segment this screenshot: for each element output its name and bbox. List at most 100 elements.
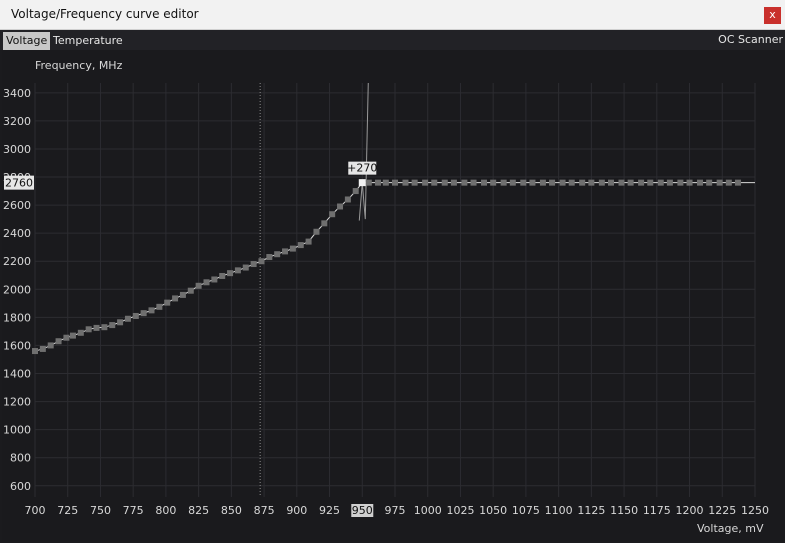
curve-point[interactable] [297, 242, 304, 249]
x-tick-label: 1025 [446, 504, 474, 517]
curve-point[interactable] [549, 179, 556, 186]
curve-point[interactable] [481, 179, 488, 186]
curve-point[interactable] [402, 179, 409, 186]
curve-point[interactable] [686, 179, 693, 186]
curve-point[interactable] [608, 179, 614, 186]
curve-point[interactable] [365, 179, 372, 186]
curve-point[interactable] [195, 282, 202, 289]
curve-point[interactable] [101, 324, 108, 331]
curve-point[interactable] [124, 315, 131, 322]
curve-point[interactable] [657, 179, 664, 186]
x-tick-label: 925 [319, 504, 340, 517]
curve-point[interactable] [344, 196, 351, 203]
x-tick-label: 1125 [577, 504, 605, 517]
y-axis-title: Frequency, MHz [35, 59, 123, 72]
x-tick-label: 975 [385, 504, 406, 517]
x-tick-label: 900 [286, 504, 307, 517]
curve-point[interactable] [187, 287, 194, 294]
curve-point[interactable] [431, 179, 438, 186]
curve-point[interactable] [69, 332, 76, 339]
curve-point[interactable] [321, 220, 328, 227]
curve-point[interactable] [568, 179, 575, 186]
curve-point[interactable] [716, 179, 723, 186]
curve-point[interactable] [132, 312, 139, 319]
curve-point[interactable] [337, 203, 344, 210]
x-tick-label: 875 [254, 504, 275, 517]
curve-point[interactable] [250, 261, 257, 268]
curve-point[interactable] [734, 179, 741, 186]
x-tick-label: 775 [123, 504, 144, 517]
curve-point[interactable] [352, 188, 359, 195]
x-tick-label: 1200 [676, 504, 704, 517]
curve-point[interactable] [211, 276, 218, 283]
curve-point[interactable] [618, 179, 625, 186]
curve-point[interactable] [450, 179, 457, 186]
x-tick-label-selected: 950 [352, 504, 373, 517]
curve-point[interactable] [647, 179, 654, 186]
curve-point[interactable] [441, 179, 448, 186]
curve-point[interactable] [109, 322, 116, 329]
curve-point[interactable] [461, 179, 468, 186]
curve-point[interactable] [588, 179, 595, 186]
curve-point[interactable] [677, 179, 684, 186]
x-tick-label: 725 [57, 504, 78, 517]
y-tick-label: 2400 [3, 227, 31, 240]
curve-point[interactable] [47, 342, 54, 349]
curve-point[interactable] [470, 179, 477, 186]
curve-point[interactable] [258, 258, 265, 265]
curve-point[interactable] [697, 179, 704, 186]
curve-point[interactable] [289, 245, 296, 252]
curve-point[interactable] [382, 179, 389, 186]
curve-point[interactable] [329, 211, 336, 218]
curve-point[interactable] [529, 179, 536, 186]
curve-point[interactable] [313, 228, 320, 235]
curve-point[interactable] [559, 179, 566, 186]
curve-point[interactable] [32, 348, 38, 355]
curve-point[interactable] [500, 179, 507, 186]
curve-point[interactable] [93, 324, 100, 331]
curve-point[interactable] [164, 299, 171, 306]
curve-point[interactable] [156, 303, 163, 310]
curve-point[interactable] [55, 338, 62, 345]
x-tick-label: 750 [90, 504, 111, 517]
curve-point[interactable] [282, 248, 289, 255]
curve-point[interactable] [274, 251, 281, 258]
curve-point[interactable] [179, 291, 186, 298]
curve-point[interactable] [520, 179, 527, 186]
y-tick-label: 1200 [3, 396, 31, 409]
curve-point[interactable] [63, 334, 70, 341]
y-tick-label: 3400 [3, 87, 31, 100]
curve-point[interactable] [219, 272, 226, 279]
curve-point[interactable] [422, 179, 429, 186]
curve-point[interactable] [305, 238, 312, 245]
x-tick-label: 700 [25, 504, 46, 517]
curve-point[interactable] [117, 319, 124, 326]
curve-point[interactable] [266, 254, 273, 261]
curve-point[interactable] [509, 179, 516, 186]
curve-point[interactable] [234, 267, 241, 274]
curve-point[interactable] [392, 179, 398, 186]
curve-point[interactable] [539, 179, 546, 186]
curve-point[interactable] [579, 179, 586, 186]
curve-point[interactable] [706, 179, 713, 186]
curve-point[interactable] [242, 264, 249, 271]
curve-point[interactable] [411, 179, 418, 186]
curve-point[interactable] [725, 179, 732, 186]
curve-point[interactable] [203, 279, 210, 286]
curve-point[interactable] [490, 179, 497, 186]
curve-point[interactable] [598, 179, 605, 186]
curve-point[interactable] [172, 295, 179, 302]
curve-point[interactable] [39, 345, 46, 352]
curve-point[interactable] [77, 329, 84, 336]
curve-point[interactable] [227, 270, 234, 277]
curve-point[interactable] [638, 179, 645, 186]
vf-curve-chart[interactable]: 600 800 1000 1200 1400 1600 1800 2000 2200 2400 26… [0, 0, 785, 543]
curve-point[interactable] [627, 179, 634, 186]
curve-point[interactable] [374, 179, 381, 186]
x-tick-label: 800 [155, 504, 176, 517]
curve-point[interactable] [148, 307, 155, 314]
curve-point[interactable] [85, 326, 92, 333]
selected-curve-point[interactable] [358, 179, 366, 187]
curve-point[interactable] [666, 179, 673, 186]
curve-point[interactable] [140, 310, 147, 317]
